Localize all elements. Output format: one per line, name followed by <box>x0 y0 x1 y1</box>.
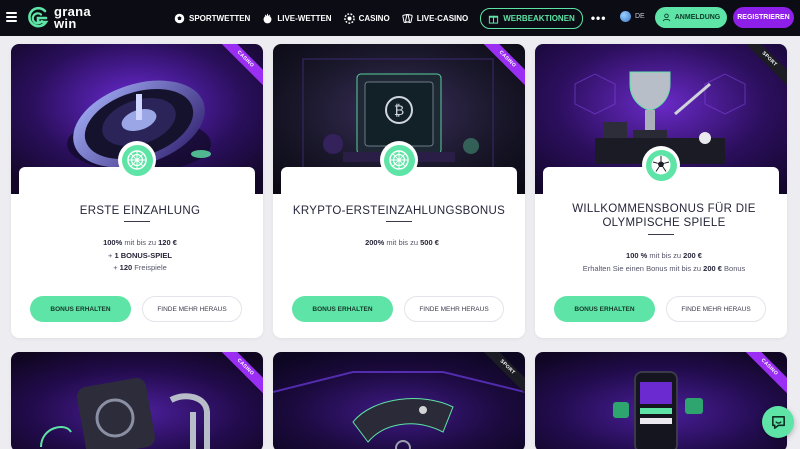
gift-icon <box>489 15 499 24</box>
logo-wordmark: grana win <box>54 5 91 31</box>
language-code: DE <box>635 13 645 20</box>
soccer-ball-icon <box>642 146 680 184</box>
card-description: 100% mit bis zu 120 € + 1 BONUS-SPIEL + … <box>103 238 177 272</box>
card-description: 100 % mit bis zu 200 € Erhalten Sie eine… <box>582 251 746 273</box>
main-nav: SPORTWETTEN LIVE-WETTEN CASINO LIVE-CASI… <box>174 0 606 36</box>
category-ribbon: SPORT <box>727 44 787 104</box>
nav-item-werbeaktionen[interactable]: WERBEAKTIONEN <box>480 7 583 29</box>
nav-label: LIVE-CASINO <box>416 13 469 23</box>
badge-casino: CASINO <box>212 44 263 92</box>
hamburger-menu-icon[interactable] <box>6 12 17 22</box>
category-ribbon: CASINO <box>203 44 263 104</box>
live-icon <box>263 13 272 23</box>
user-icon <box>662 13 670 22</box>
logo[interactable]: grana win <box>25 4 91 32</box>
nav-item-sportwetten[interactable]: SPORTWETTEN <box>174 13 250 24</box>
nav-label: SPORTWETTEN <box>189 13 251 23</box>
find-out-more-button[interactable]: FINDE MEHR HERAUS <box>666 296 766 322</box>
promo-card-krypto: ₿ CASINO KRYPTO-ERSTEINZAHLUNGSBONUS 200… <box>273 44 525 338</box>
card-title: WILLKOMMENSBONUS FÜR DIE OLYMPISCHE SPIE… <box>572 203 756 229</box>
nav-label: LIVE-WETTEN <box>277 13 332 23</box>
card-title: ERSTE EINZAHLUNG <box>79 205 201 217</box>
stadium-image: SPORT <box>273 352 525 449</box>
get-bonus-button[interactable]: BONUS ERHALTEN <box>554 296 655 322</box>
globe-icon <box>620 11 631 22</box>
get-bonus-button[interactable]: BONUS ERHALTEN <box>30 296 131 322</box>
find-out-more-button[interactable]: FINDE MEHR HERAUS <box>404 296 504 322</box>
category-ribbon: CASINO <box>465 44 525 104</box>
chat-icon <box>771 415 785 429</box>
register-label: REGISTRIEREN <box>737 14 790 21</box>
nav-item-live-wetten[interactable]: LIVE-WETTEN <box>262 13 332 24</box>
cards-icon <box>402 13 413 23</box>
nav-item-live-casino[interactable]: LIVE-CASINO <box>402 13 469 24</box>
language-selector[interactable]: DE <box>620 11 645 22</box>
mobile-app-image: CASINO <box>535 352 787 449</box>
title-divider <box>124 221 150 222</box>
promo-card-row2-3: CASINO <box>535 352 787 449</box>
soccer-ball-icon <box>174 13 185 23</box>
card-description: 200% mit bis zu 500 € <box>365 238 439 247</box>
svg-text:₿: ₿ <box>394 103 404 119</box>
badge-casino: CASINO <box>474 44 525 92</box>
promo-card-olympische-spiele: SPORT WILLKOMMENSBONUS FÜR DIE OLYMPISCH… <box>535 44 787 338</box>
login-label: ANMELDUNG <box>674 14 721 21</box>
nav-label: CASINO <box>358 13 390 23</box>
vault-image: CASINO <box>11 352 263 449</box>
category-ribbon: SPORT <box>465 352 525 412</box>
more-menu-icon[interactable]: ••• <box>591 11 607 25</box>
top-header: grana win SPORTWETTEN LIVE-WETTEN CASINO… <box>0 0 800 36</box>
category-ribbon: CASINO <box>727 352 787 412</box>
card-title: KRYPTO-ERSTEINZAHLUNGSBONUS <box>292 205 506 217</box>
nav-label: WERBEAKTIONEN <box>503 13 575 23</box>
roulette-wheel-icon <box>380 141 418 179</box>
badge-casino: CASINO <box>212 352 263 400</box>
logo-mark-icon <box>28 6 49 28</box>
logo-line-2: win <box>54 16 77 31</box>
title-divider <box>648 234 674 235</box>
title-divider <box>386 221 412 222</box>
category-ribbon: CASINO <box>203 352 263 412</box>
login-button[interactable]: ANMELDUNG <box>655 7 727 28</box>
find-out-more-button[interactable]: FINDE MEHR HERAUS <box>142 296 242 322</box>
chat-support-button[interactable] <box>762 406 794 438</box>
promo-card-row2-2: SPORT <box>273 352 525 449</box>
badge-casino: CASINO <box>736 352 787 400</box>
chip-icon <box>343 12 355 24</box>
register-button[interactable]: REGISTRIEREN <box>733 7 794 28</box>
badge-sport: SPORT <box>736 44 787 92</box>
roulette-wheel-icon <box>118 141 156 179</box>
nav-item-casino[interactable]: CASINO <box>343 12 390 24</box>
promo-card-erste-einzahlung: CASINO ERSTE EINZAHLUNG 100% mit bis zu … <box>11 44 263 338</box>
get-bonus-button[interactable]: BONUS ERHALTEN <box>292 296 393 322</box>
promo-card-row2-1: CASINO <box>11 352 263 449</box>
badge-sport: SPORT <box>474 352 525 400</box>
